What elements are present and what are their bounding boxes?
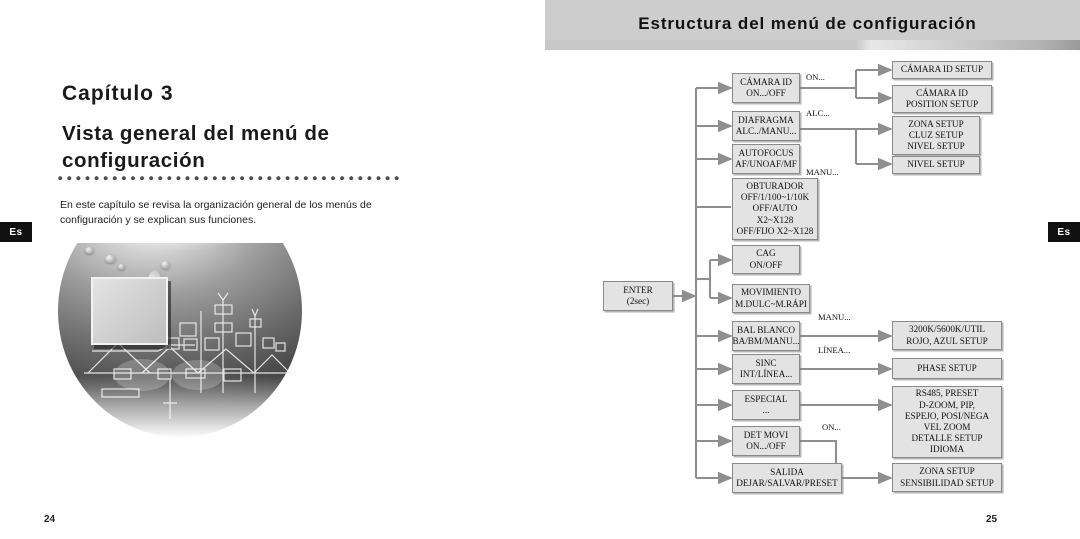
node-especial-setup-line-6: IDIOMA — [929, 444, 965, 455]
chapter-illustration — [58, 243, 302, 438]
menu-structure-diagram: ENTER (2sec) CÁMARA ID ON.../OFF DIAFRAG… — [540, 0, 1080, 539]
node-salida-line-2: DEJAR/SALVAR/PRESET — [736, 478, 838, 488]
node-autofocus-line-1: AUTOFOCUS — [738, 147, 794, 158]
chapter-label: Capítulo 3 — [62, 82, 174, 105]
node-camara-id-setup-line-1: CÁMARA ID SETUP — [900, 64, 984, 75]
node-phase-setup[interactable]: PHASE SETUP — [892, 358, 1002, 379]
edge-label-on-camara: ON... — [806, 72, 825, 82]
monitor-graphic — [91, 277, 168, 345]
edge-label-linea: LÍNEA... — [818, 345, 851, 355]
node-cag-line-2: ON/OFF — [749, 259, 783, 270]
page-number-left: 24 — [44, 514, 56, 525]
node-movimiento-line-1: MOVIMIENTO — [740, 287, 802, 298]
node-autofocus[interactable]: AUTOFOCUS AF/UNOAF/MF — [732, 144, 800, 174]
node-especial-line-1: ESPECIAL — [744, 393, 788, 404]
node-zona-sensibilidad-line-1: ZONA SETUP — [919, 466, 975, 477]
node-det-movi-line-1: DET MOVI — [743, 429, 789, 440]
node-obturador-line-4: X2~X128 — [756, 214, 794, 225]
node-nivel-setup[interactable]: NIVEL SETUP — [892, 156, 980, 174]
node-salida[interactable]: SALIDA DEJAR/SALVAR/PRESET — [732, 463, 842, 493]
node-sinc-line-2: INT/LÍNEA... — [739, 369, 793, 379]
node-color-temp-line-1: 3200K/5600K/UTIL — [908, 324, 986, 335]
node-especial-line-2: ... — [762, 405, 770, 415]
node-obturador-line-1: OBTURADOR — [746, 180, 804, 191]
node-especial-setup[interactable]: RS485, PRESET D-ZOOM, PIP, ESPEJO, POSI/… — [892, 386, 1002, 458]
node-bal-blanco-line-1: BAL BLANCO — [736, 324, 796, 335]
page-title: Vista general del menú de configuración — [62, 122, 330, 173]
node-especial-setup-line-4: VEL ZOOM — [923, 422, 971, 432]
node-camara-id-line-1: CÁMARA ID — [740, 76, 792, 87]
node-zona-sensibilidad-setup[interactable]: ZONA SETUP SENSIBILIDAD SETUP — [892, 463, 1002, 492]
illustration-fade — [58, 376, 302, 438]
node-zona-cluz-line-3: NIVEL SETUP — [907, 141, 965, 152]
edge-label-on-det-movi: ON... — [822, 422, 841, 432]
node-especial-setup-line-3: ESPEJO, POSI/NEGA — [904, 410, 990, 421]
language-tab-right: Es — [1048, 222, 1080, 242]
node-obturador[interactable]: OBTURADOR OFF/1/100~1/10K OFF/AUTO X2~X1… — [732, 178, 818, 240]
node-camara-id[interactable]: CÁMARA ID ON.../OFF — [732, 73, 800, 103]
node-movimiento-line-2: M.DULC~M.RÁPI — [735, 298, 807, 309]
node-movimiento[interactable]: MOVIMIENTO M.DULC~M.RÁPI — [732, 284, 810, 313]
node-zona-cluz-nivel-setup[interactable]: ZONA SETUP CLUZ SETUP NIVEL SETUP — [892, 116, 980, 155]
node-especial[interactable]: ESPECIAL ... — [732, 390, 800, 420]
node-sinc-line-1: SINC — [755, 357, 777, 368]
node-diafragma-line-1: DIAFRAGMA — [738, 114, 794, 125]
node-color-temp-setup[interactable]: 3200K/5600K/UTIL ROJO, AZUL SETUP — [892, 321, 1002, 350]
edge-label-manu-bal-blanco: MANU... — [818, 312, 851, 322]
node-sinc[interactable]: SINC INT/LÍNEA... — [732, 354, 800, 384]
node-camara-id-position-line-2: POSITION SETUP — [905, 99, 979, 109]
node-camara-id-setup[interactable]: CÁMARA ID SETUP — [892, 61, 992, 79]
node-zona-cluz-line-2: CLUZ SETUP — [908, 129, 964, 140]
node-autofocus-line-2: AF/UNOAF/MF — [735, 159, 797, 169]
node-cag[interactable]: CAG ON/OFF — [732, 245, 800, 274]
node-especial-setup-line-1: RS485, PRESET — [915, 388, 979, 399]
node-det-movi[interactable]: DET MOVI ON.../OFF — [732, 426, 800, 456]
edge-label-manu-diafragma: MANU... — [806, 167, 839, 177]
left-page: Capítulo 3 Vista general del menú de con… — [0, 0, 540, 539]
node-obturador-line-2: OFF/1/100~1/10K — [740, 192, 810, 203]
page-number-right: 25 — [986, 514, 998, 525]
node-obturador-line-3: OFF/AUTO — [752, 203, 798, 214]
node-zona-sensibilidad-line-2: SENSIBILIDAD SETUP — [900, 477, 994, 488]
node-camara-id-position-setup[interactable]: CÁMARA ID POSITION SETUP — [892, 85, 992, 113]
right-page: Estructura del menú de configuración ENT… — [540, 0, 1080, 539]
language-tab-left: Es — [0, 222, 32, 242]
node-color-temp-line-2: ROJO, AZUL SETUP — [906, 335, 988, 346]
node-zona-cluz-line-1: ZONA SETUP — [908, 118, 964, 129]
node-det-movi-line-2: ON.../OFF — [746, 441, 786, 451]
node-camara-id-line-2: ON.../OFF — [746, 88, 786, 98]
node-enter-line-2: (2sec) — [626, 296, 650, 306]
node-especial-setup-line-5: DETALLE SETUP — [911, 433, 983, 444]
node-obturador-line-5: OFF/FIJO X2~X128 — [736, 225, 814, 236]
node-nivel-setup-line-1: NIVEL SETUP — [907, 159, 965, 170]
node-diafragma[interactable]: DIAFRAGMA ALC../MANU... — [732, 111, 800, 141]
node-cag-line-1: CAG — [756, 248, 776, 259]
intro-paragraph: En este capítulo se revisa la organizaci… — [60, 199, 372, 227]
node-salida-line-1: SALIDA — [770, 466, 804, 477]
node-especial-setup-line-2: D-ZOOM, PIP, — [919, 399, 975, 410]
node-enter-line-1: ENTER — [623, 284, 653, 295]
dotted-divider — [58, 176, 403, 181]
node-phase-setup-line-1: PHASE SETUP — [917, 362, 977, 373]
node-enter[interactable]: ENTER (2sec) — [603, 281, 673, 311]
node-bal-blanco-line-2: BA/BM/MANU... — [732, 336, 800, 346]
node-bal-blanco[interactable]: BAL BLANCO BA/BM/MANU... — [732, 321, 800, 351]
node-camara-id-position-line-1: CÁMARA ID — [916, 87, 968, 98]
edge-label-alc: ALC... — [806, 108, 830, 118]
node-diafragma-line-2: ALC../MANU... — [735, 126, 797, 136]
